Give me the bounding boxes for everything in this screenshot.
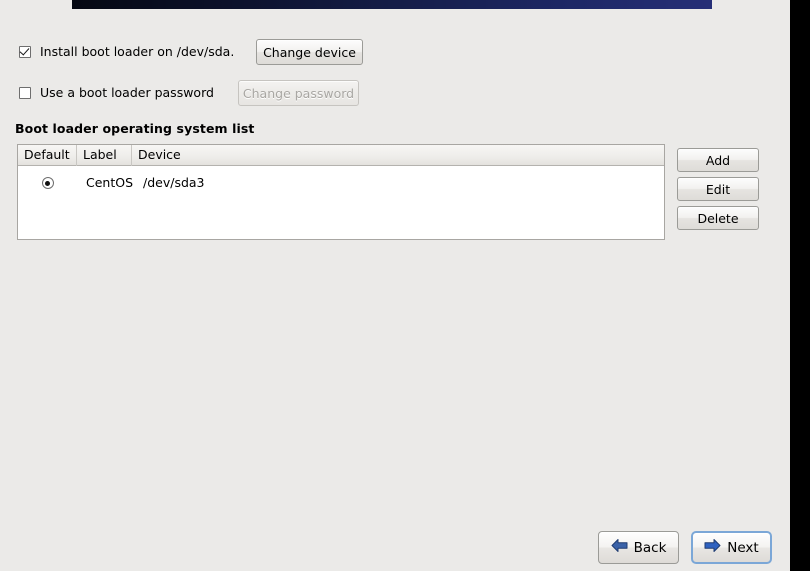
os-list-heading: Boot loader operating system list — [15, 121, 255, 136]
column-header-label[interactable]: Label — [77, 145, 132, 166]
bootloader-password-checkbox[interactable] — [19, 87, 31, 99]
back-button[interactable]: Back — [598, 531, 679, 564]
os-list-actions: Add Edit Delete — [677, 148, 759, 235]
delete-button[interactable]: Delete — [677, 206, 759, 230]
bootloader-password-row[interactable]: Use a boot loader password — [19, 82, 214, 104]
arrow-left-icon — [611, 538, 628, 557]
row-label-cell: CentOS — [85, 175, 133, 190]
column-header-device[interactable]: Device — [132, 145, 664, 166]
default-os-radio[interactable] — [41, 177, 54, 189]
title-gradient-bar — [72, 0, 712, 9]
bootloader-password-label: Use a boot loader password — [40, 85, 214, 100]
os-list-header-row: Default Label Device — [18, 145, 664, 166]
installer-content-pane: Install boot loader on /dev/sda. Change … — [0, 0, 790, 571]
os-list-table[interactable]: Default Label Device CentOS /dev/sda3 — [17, 144, 665, 240]
change-password-button: Change password — [238, 80, 359, 106]
install-bootloader-label: Install boot loader on /dev/sda. — [40, 44, 235, 59]
right-black-strip — [790, 0, 810, 571]
install-bootloader-row[interactable]: Install boot loader on /dev/sda. — [19, 41, 234, 63]
change-device-button[interactable]: Change device — [256, 39, 363, 65]
navigation-bar: Back Next — [598, 531, 772, 564]
install-bootloader-checkbox[interactable] — [19, 46, 31, 58]
next-button-label: Next — [727, 539, 759, 556]
next-button[interactable]: Next — [691, 531, 772, 564]
os-list-body: CentOS /dev/sda3 — [18, 166, 664, 239]
add-button[interactable]: Add — [677, 148, 759, 172]
row-default-cell — [18, 177, 77, 189]
arrow-right-icon — [704, 538, 721, 557]
table-row[interactable]: CentOS /dev/sda3 — [18, 166, 664, 194]
edit-button[interactable]: Edit — [677, 177, 759, 201]
column-header-default[interactable]: Default — [18, 145, 77, 166]
back-button-label: Back — [633, 539, 667, 556]
row-device-cell: /dev/sda3 — [143, 175, 205, 190]
